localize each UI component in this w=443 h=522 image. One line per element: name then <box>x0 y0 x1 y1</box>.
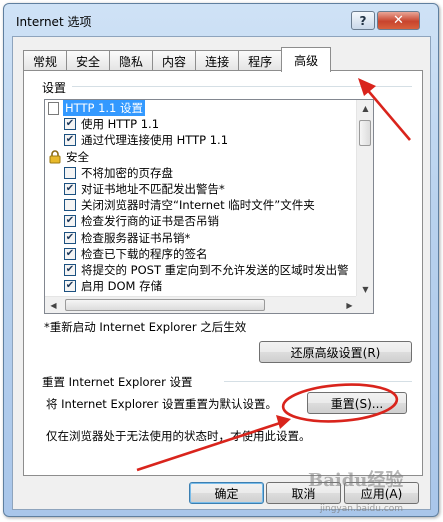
settings-item-label: 检查发行商的证书是否吊销 <box>81 214 219 229</box>
internet-options-window: Internet 选项 ? ✕ 常规 安全 隐私 内容 连接 程序 高级 设置 … <box>3 3 439 517</box>
settings-checkbox[interactable] <box>64 199 76 212</box>
settings-listbox[interactable]: HTTP 1.1 设置 ✔ 使用 HTTP 1.1 ✔ 通过代理连接使用 HTTP 1.… <box>44 99 374 314</box>
settings-checkbox-row[interactable]: ✔ 通过代理连接使用 HTTP 1.1 <box>45 132 358 148</box>
settings-checkbox[interactable] <box>64 166 76 179</box>
tab-programs[interactable]: 程序 <box>238 50 283 71</box>
settings-item-label: 使用 HTTP 1.1 <box>81 117 160 132</box>
settings-checkbox-row[interactable]: ✔ 检查服务器证书吊销* <box>45 230 358 246</box>
tab-advanced[interactable]: 高级 <box>281 47 332 72</box>
settings-category-row[interactable]: HTTP 1.1 设置 <box>45 100 358 117</box>
close-button[interactable]: ✕ <box>377 11 420 30</box>
settings-group-label: 设置 <box>42 81 67 95</box>
tab-content[interactable]: 内容 <box>152 50 197 71</box>
reset-note: 仅在浏览器处于无法使用的状态时，才使用此设置。 <box>46 429 311 443</box>
restart-note: *重新启动 Internet Explorer 之后生效 <box>44 320 247 334</box>
horizontal-scroll-thumb[interactable] <box>65 299 265 311</box>
tab-general[interactable]: 常规 <box>23 50 68 71</box>
scroll-left-arrow-icon[interactable]: ◀ <box>45 297 62 313</box>
settings-checkbox-row[interactable]: 关闭浏览器时清空“Internet 临时文件”文件夹 <box>45 197 358 213</box>
settings-checkbox-row[interactable]: ✔ 启用 DOM 存储 <box>45 278 358 294</box>
settings-checkbox[interactable]: ✔ <box>64 280 76 293</box>
tab-strip: 常规 安全 隐私 内容 连接 程序 高级 <box>23 47 332 72</box>
reset-button[interactable]: 重置(S)... <box>307 392 407 414</box>
lock-icon <box>49 149 61 164</box>
reset-description: 将 Internet Explorer 设置重置为默认设置。 <box>46 397 278 411</box>
settings-item-label: 检查服务器证书吊销* <box>81 230 191 245</box>
settings-item-label: HTTP 1.1 设置 <box>63 100 146 117</box>
tab-connections[interactable]: 连接 <box>195 50 240 71</box>
tab-privacy[interactable]: 隐私 <box>109 50 154 71</box>
settings-item-label: 不将加密的页存盘 <box>81 165 173 180</box>
settings-checkbox[interactable]: ✔ <box>64 183 76 196</box>
settings-checkbox[interactable]: ✔ <box>64 263 76 276</box>
reset-group-label: 重置 Internet Explorer 设置 <box>42 375 193 389</box>
settings-checkbox-row[interactable]: ✔ 使用 HTTP 1.1 <box>45 116 358 132</box>
tab-security[interactable]: 安全 <box>66 50 111 71</box>
horizontal-scrollbar[interactable]: ◀ ▶ <box>45 296 358 313</box>
vertical-scrollbar[interactable]: ▲ ▼ <box>356 100 373 298</box>
settings-checkbox[interactable]: ✔ <box>64 215 76 228</box>
settings-checkbox[interactable]: ✔ <box>64 134 76 147</box>
settings-checkbox-row[interactable]: ✔ 将提交的 POST 重定向到不允许发送的区域时发出警 <box>45 262 358 278</box>
settings-checkbox[interactable]: ✔ <box>64 118 76 131</box>
scroll-up-arrow-icon[interactable]: ▲ <box>357 100 373 117</box>
settings-category-row[interactable]: 安全 <box>45 149 358 165</box>
scroll-corner <box>356 296 373 313</box>
settings-item-label: 通过代理连接使用 HTTP 1.1 <box>81 133 229 148</box>
settings-item-label: 对证书地址不匹配发出警告* <box>81 182 225 197</box>
settings-checkbox[interactable]: ✔ <box>64 247 76 260</box>
watermark-text: Baidu经验 <box>308 470 404 491</box>
reset-group-divider <box>224 381 412 382</box>
watermark-url: jingyan.baidu.com <box>320 504 404 514</box>
document-icon <box>48 101 59 115</box>
settings-item-label: 安全 <box>66 149 89 164</box>
settings-checkbox[interactable]: ✔ <box>64 231 76 244</box>
settings-list: HTTP 1.1 设置 ✔ 使用 HTTP 1.1 ✔ 通过代理连接使用 HTTP 1.… <box>45 100 358 298</box>
settings-item-label: 检查已下载的程序的签名 <box>81 246 208 261</box>
vertical-scroll-thumb[interactable] <box>359 120 371 146</box>
restore-advanced-settings-button[interactable]: 还原高级设置(R) <box>259 341 412 363</box>
window-title: Internet 选项 <box>16 15 92 29</box>
title-bar[interactable]: Internet 选项 ? ✕ <box>4 4 438 34</box>
settings-checkbox-row[interactable]: ✔ 对证书地址不匹配发出警告* <box>45 181 358 197</box>
settings-checkbox-row[interactable]: ✔ 检查已下载的程序的签名 <box>45 246 358 262</box>
dialog-client: 常规 安全 隐私 内容 连接 程序 高级 设置 HTTP 1.1 设置 ✔ 使用 H… <box>12 36 431 510</box>
settings-checkbox-row[interactable]: 不将加密的页存盘 <box>45 165 358 181</box>
settings-checkbox-row[interactable]: ✔ 检查发行商的证书是否吊销 <box>45 213 358 229</box>
advanced-tab-page: 设置 HTTP 1.1 设置 ✔ 使用 HTTP 1.1 ✔ 通过代理连接使用 HTTP… <box>23 70 423 476</box>
help-button[interactable]: ? <box>351 11 375 30</box>
settings-group-divider <box>72 86 412 87</box>
settings-item-label: 关闭浏览器时清空“Internet 临时文件”文件夹 <box>81 198 315 213</box>
settings-item-label: 将提交的 POST 重定向到不允许发送的区域时发出警 <box>81 262 349 277</box>
settings-item-label: 启用 DOM 存储 <box>81 279 163 294</box>
ok-button[interactable]: 确定 <box>189 482 264 504</box>
